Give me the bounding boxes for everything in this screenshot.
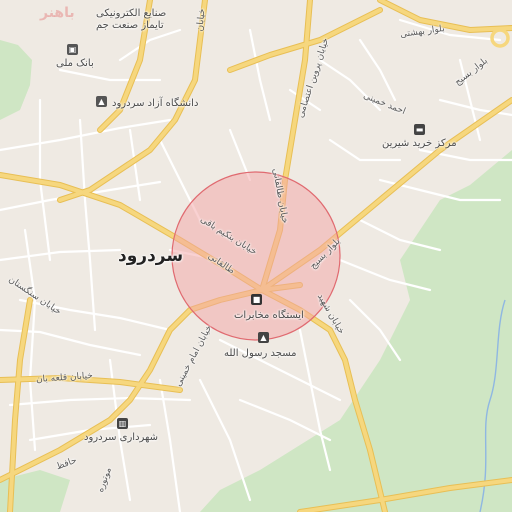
map-view[interactable]: باهنر سردرود صنایع الکترونیکی تایماز صنع…: [0, 0, 512, 512]
poi-label-electronics[interactable]: صنایع الکترونیکی: [96, 8, 166, 20]
poi-label-mosque[interactable]: مسجد رسول الله: [224, 348, 296, 360]
poi-label-telecom[interactable]: ایستگاه مخابرات: [234, 310, 304, 322]
map-watermark: باهنر: [40, 5, 75, 21]
bus-stop-icon[interactable]: ■: [251, 294, 262, 305]
poi-label-municipality[interactable]: شهرداری سردرود: [84, 432, 158, 444]
university-icon[interactable]: ▲: [96, 96, 107, 107]
city-label: سردرود: [118, 246, 184, 266]
mosque-icon[interactable]: ▲: [258, 332, 269, 343]
map-canvas[interactable]: [0, 0, 512, 512]
poi-label-shopping[interactable]: مرکز خرید شیرین: [382, 138, 457, 150]
poi-label-university[interactable]: دانشگاه آزاد سردرود: [112, 98, 198, 110]
bank-icon[interactable]: ▣: [67, 44, 78, 55]
poi-label-bank[interactable]: بانک ملی: [56, 58, 94, 70]
municipality-icon[interactable]: ▥: [117, 418, 128, 429]
shopping-icon[interactable]: ▬: [414, 124, 425, 135]
poi-label-taymaz[interactable]: تایماز صنعت جم: [96, 20, 164, 32]
street-label-north: خیابان: [195, 8, 208, 32]
